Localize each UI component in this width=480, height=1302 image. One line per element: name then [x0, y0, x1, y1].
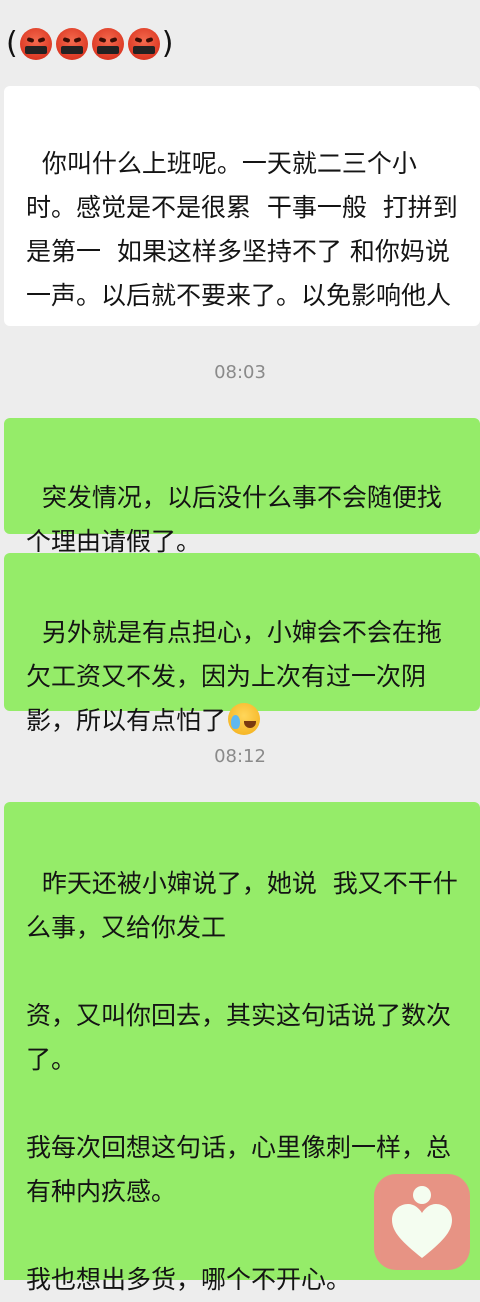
angry-face-icon: [91, 28, 124, 60]
angry-face-icon: [127, 28, 160, 60]
crying-face-icon: [228, 703, 261, 735]
header-emoji-line: ( ): [6, 22, 173, 66]
open-paren: (: [6, 26, 18, 61]
incoming-message-bubble[interactable]: 你叫什么上班呢。一天就二三个小时。感觉是不是很累 干事一般 打拼到是第一 如果这…: [4, 86, 480, 326]
outgoing-message-bubble[interactable]: 突发情况，以后没什么事不会随便找个理由请假了。: [4, 418, 480, 556]
outgoing-message-bubble[interactable]: 另外就是有点担心，小婶会不会在拖欠工资又不发，因为上次有过一次阴影，所以有点怕了: [4, 553, 480, 735]
close-paren: ): [161, 26, 174, 61]
timestamp: 08:12: [214, 746, 266, 767]
timestamp: 08:03: [214, 362, 266, 383]
heart-icon: [392, 1204, 452, 1258]
message-text: 你叫什么上班呢。一天就二三个小时。感觉是不是很累 干事一般 打拼到是第一 如果这…: [26, 149, 458, 310]
angry-face-icon: [55, 28, 88, 60]
app-badge-head: [413, 1186, 431, 1204]
angry-face-icon: [19, 28, 52, 60]
message-text: 突发情况，以后没什么事不会随便找个理由请假了。: [26, 483, 442, 556]
heart-person-icon[interactable]: [374, 1174, 470, 1270]
